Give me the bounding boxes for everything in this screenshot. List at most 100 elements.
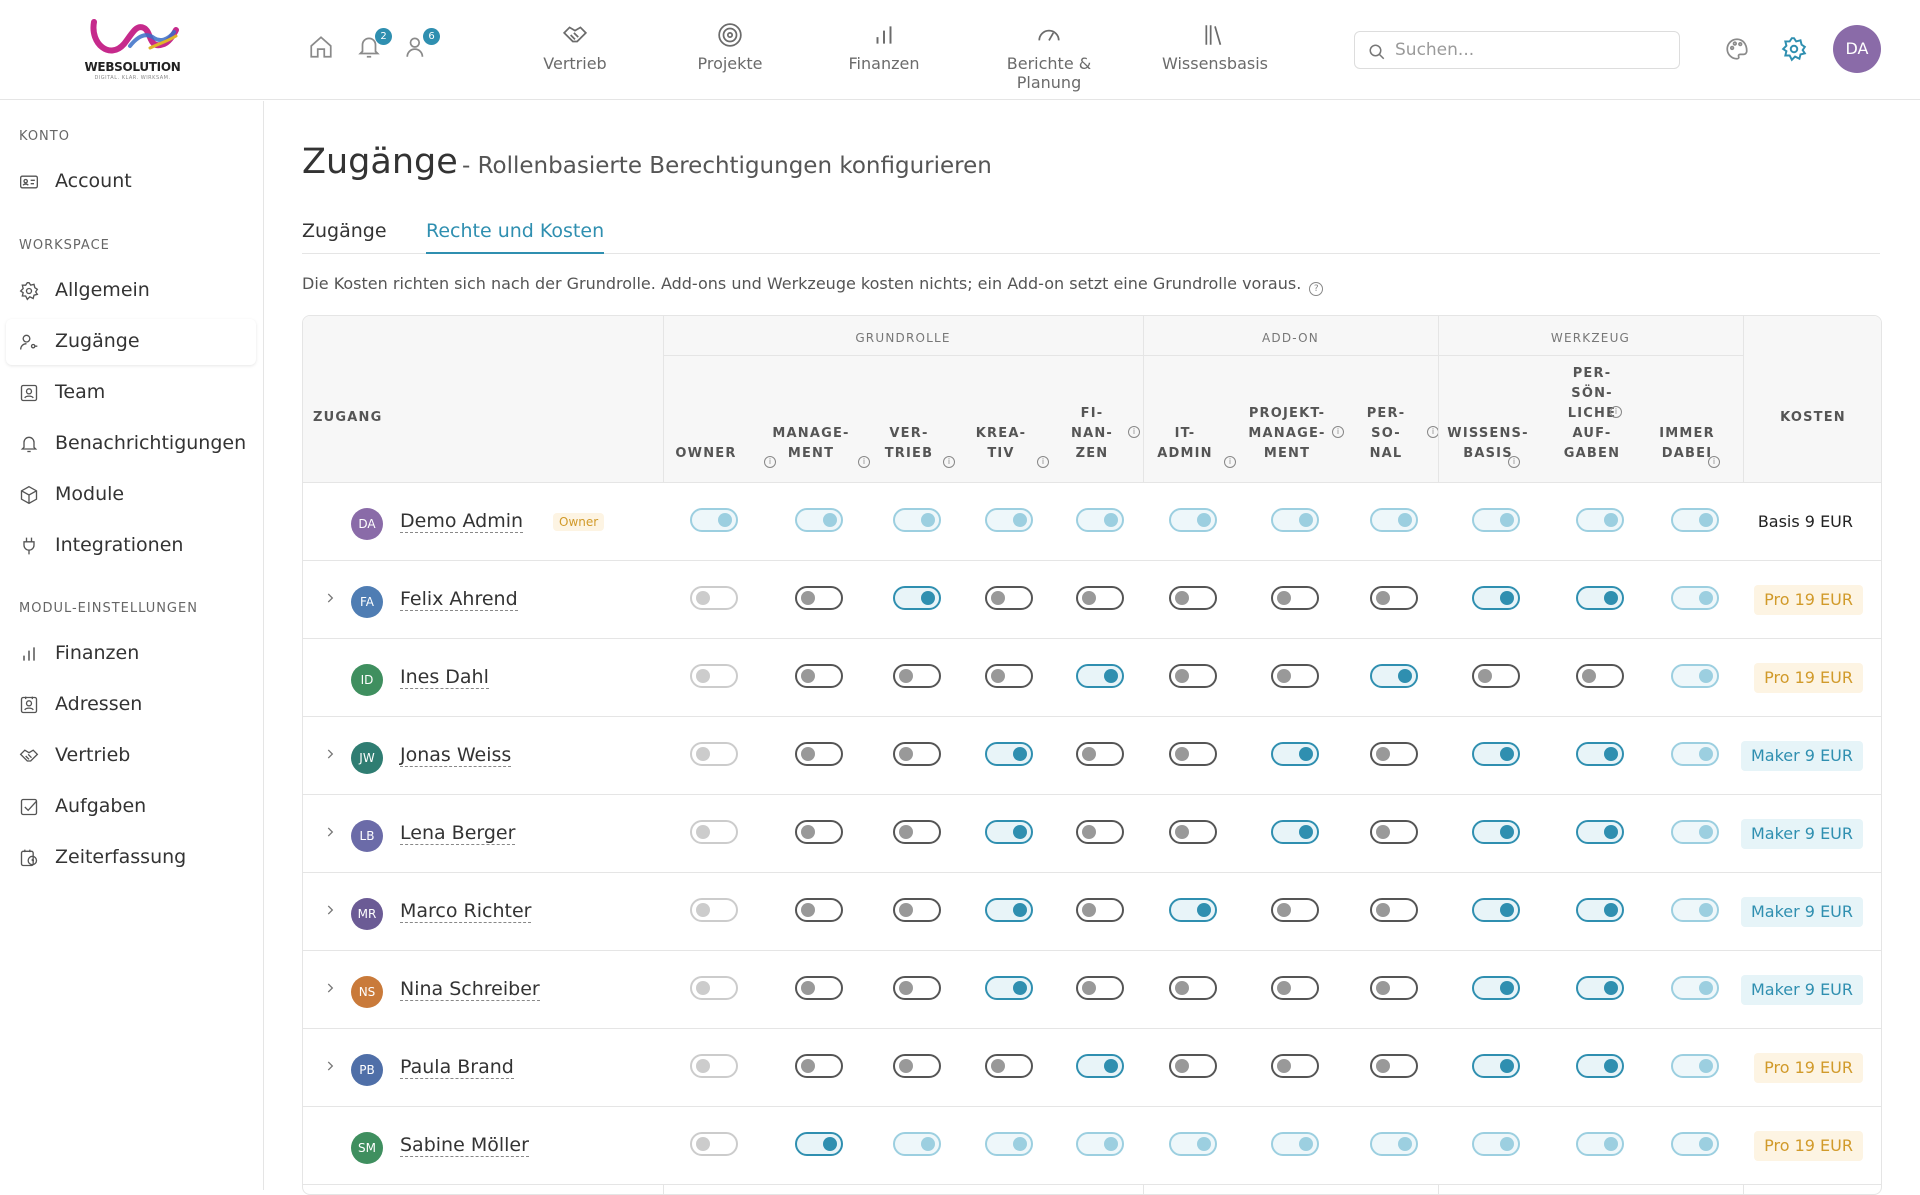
permission-toggle[interactable] (1576, 820, 1624, 844)
sidebar-item-module[interactable]: Module (6, 472, 256, 518)
chevron-right-icon[interactable] (323, 1059, 337, 1073)
permission-toggle[interactable] (1576, 586, 1624, 610)
user-name[interactable]: Demo Admin (400, 510, 524, 533)
permission-toggle[interactable] (1169, 898, 1217, 922)
sidebar-item-integrationen[interactable]: Integrationen (6, 523, 256, 569)
info-icon[interactable]: i (1610, 406, 1622, 418)
permission-toggle[interactable] (1472, 820, 1520, 844)
permission-toggle[interactable] (1370, 742, 1418, 766)
chevron-right-icon[interactable] (323, 591, 337, 605)
permission-toggle[interactable] (893, 976, 941, 1000)
permission-toggle[interactable] (893, 664, 941, 688)
permission-toggle[interactable] (1076, 1054, 1124, 1078)
permission-toggle[interactable] (985, 664, 1033, 688)
permission-toggle[interactable] (985, 898, 1033, 922)
permission-toggle[interactable] (1472, 742, 1520, 766)
info-icon[interactable]: i (1508, 456, 1520, 468)
permission-toggle[interactable] (1472, 1054, 1520, 1078)
sidebar-item-zeiterfassung[interactable]: Zeiterfassung (6, 835, 256, 881)
permission-toggle[interactable] (1472, 664, 1520, 688)
sidebar-item-adressen[interactable]: Adressen (6, 682, 256, 728)
permission-toggle[interactable] (1370, 664, 1418, 688)
permission-toggle[interactable] (1370, 898, 1418, 922)
permission-toggle[interactable] (1076, 742, 1124, 766)
permission-toggle[interactable] (795, 898, 843, 922)
permission-toggle[interactable] (795, 820, 843, 844)
sidebar-item-aufgaben[interactable]: Aufgaben (6, 784, 256, 830)
websolution-logo[interactable]: WEBSOLUTION DIGITAL. KLAR. WIRKSAM. (80, 14, 185, 84)
info-icon[interactable]: i (1708, 456, 1720, 468)
permission-toggle[interactable] (1169, 976, 1217, 1000)
user-name[interactable]: Paula Brand (400, 1056, 514, 1079)
permission-toggle[interactable] (1472, 976, 1520, 1000)
nav-wissensbasis[interactable]: Wissensbasis (1162, 22, 1268, 73)
permission-toggle[interactable] (795, 586, 843, 610)
search-input[interactable] (1395, 32, 1675, 68)
permission-toggle[interactable] (795, 976, 843, 1000)
chevron-right-icon[interactable] (323, 825, 337, 839)
permission-toggle[interactable] (1370, 976, 1418, 1000)
user-name[interactable]: Nina Schreiber (400, 978, 540, 1001)
user-name[interactable]: Felix Ahrend (400, 588, 518, 611)
permission-toggle[interactable] (1370, 1054, 1418, 1078)
nav-vertrieb[interactable]: Vertrieb (540, 22, 610, 73)
permission-toggle[interactable] (1076, 976, 1124, 1000)
permission-toggle[interactable] (1472, 586, 1520, 610)
permission-toggle[interactable] (985, 586, 1033, 610)
chevron-right-icon[interactable] (323, 981, 337, 995)
permission-toggle[interactable] (1576, 742, 1624, 766)
permission-toggle[interactable] (1076, 664, 1124, 688)
permission-toggle[interactable] (1271, 1054, 1319, 1078)
chevron-right-icon[interactable] (323, 903, 337, 917)
permission-toggle[interactable] (1576, 898, 1624, 922)
permission-toggle[interactable] (1169, 820, 1217, 844)
nav-projekte[interactable]: Projekte (690, 22, 770, 73)
tab-zugaenge[interactable]: Zugänge (302, 220, 387, 252)
permission-toggle[interactable] (893, 820, 941, 844)
notifications-bell-icon[interactable]: 2 (356, 28, 392, 62)
nav-berichte[interactable]: Berichte & Planung (978, 22, 1120, 92)
permission-toggle[interactable] (985, 820, 1033, 844)
permission-toggle[interactable] (985, 976, 1033, 1000)
chevron-right-icon[interactable] (323, 747, 337, 761)
permission-toggle[interactable] (1472, 898, 1520, 922)
sidebar-item-vertrieb[interactable]: Vertrieb (6, 733, 256, 779)
permission-toggle[interactable] (1271, 586, 1319, 610)
permission-toggle[interactable] (1076, 586, 1124, 610)
permission-toggle[interactable] (985, 1054, 1033, 1078)
permission-toggle[interactable] (1169, 664, 1217, 688)
permission-toggle[interactable] (1576, 976, 1624, 1000)
permission-toggle[interactable] (795, 742, 843, 766)
user-avatar[interactable]: DA (1833, 25, 1881, 73)
search-box[interactable] (1354, 31, 1680, 69)
user-name[interactable]: Jonas Weiss (400, 744, 512, 767)
user-name[interactable]: Sabine Möller (400, 1134, 529, 1157)
sidebar-item-finanzen[interactable]: Finanzen (6, 631, 256, 677)
sidebar-item-benachrichtigungen[interactable]: Benachrichtigungen (6, 421, 256, 467)
permission-toggle[interactable] (893, 898, 941, 922)
permission-toggle[interactable] (1076, 898, 1124, 922)
permission-toggle[interactable] (1169, 1054, 1217, 1078)
permission-toggle[interactable] (1370, 586, 1418, 610)
user-name[interactable]: Ines Dahl (400, 666, 489, 689)
permission-toggle[interactable] (1271, 742, 1319, 766)
permission-toggle[interactable] (1076, 820, 1124, 844)
permission-toggle[interactable] (1370, 820, 1418, 844)
permission-toggle[interactable] (1169, 742, 1217, 766)
sidebar-item-allgemein[interactable]: Allgemein (6, 268, 256, 314)
home-icon[interactable] (308, 34, 336, 62)
permission-toggle[interactable] (893, 586, 941, 610)
user-name[interactable]: Marco Richter (400, 900, 532, 923)
permission-toggle[interactable] (1271, 820, 1319, 844)
sidebar-item-account[interactable]: Account (6, 159, 256, 205)
palette-icon[interactable] (1724, 36, 1750, 62)
users-icon[interactable]: 6 (404, 28, 440, 62)
help-icon[interactable]: ? (1309, 282, 1324, 296)
permission-toggle[interactable] (795, 664, 843, 688)
permission-toggle[interactable] (893, 742, 941, 766)
permission-toggle[interactable] (1576, 664, 1624, 688)
permission-toggle[interactable] (795, 1054, 843, 1078)
permission-toggle[interactable] (893, 1054, 941, 1078)
permission-toggle[interactable] (795, 1132, 843, 1156)
permission-toggle[interactable] (985, 742, 1033, 766)
